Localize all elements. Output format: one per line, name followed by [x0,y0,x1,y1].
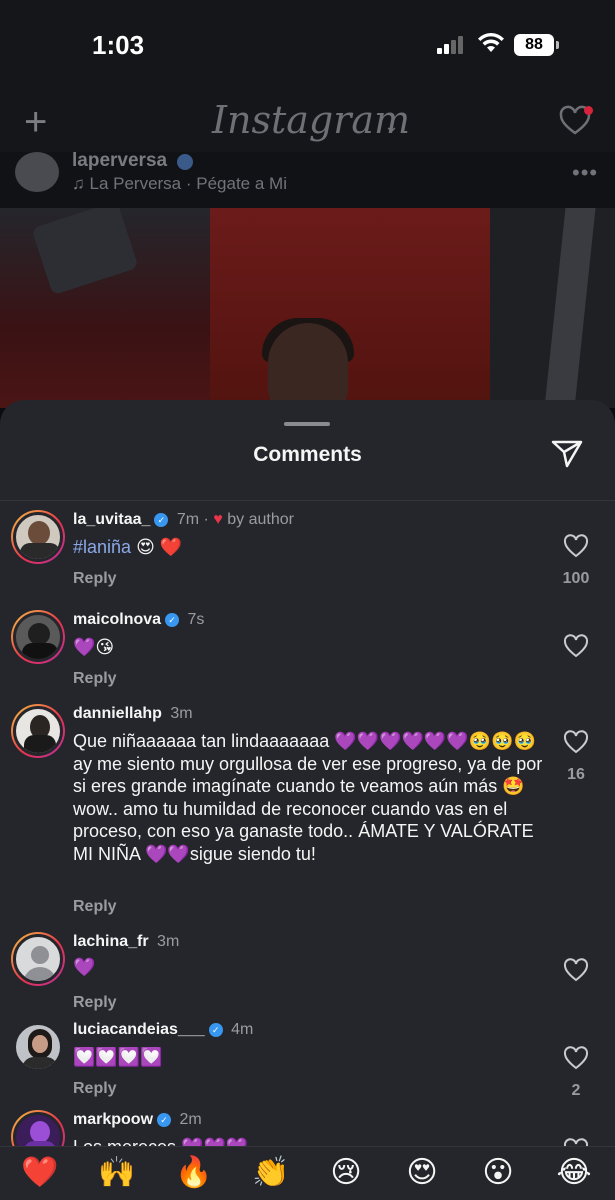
emoji-laughing-button[interactable]: 😂 [552,1155,596,1190]
by-author-badge: ♥ by author [213,511,294,528]
like-heart-icon[interactable] [563,534,589,558]
comment-text: 💜😘 [73,637,115,657]
reply-button[interactable]: Reply [73,898,117,916]
comment-username[interactable]: maicolnova ✓ 7s [73,611,204,629]
post-username[interactable]: laperversa [72,150,167,172]
like-count: 100 [562,570,590,587]
verified-icon [177,154,193,170]
comment-text: Que niñaaaaaa tan lindaaaaaaa 💜💜💜💜💜💜🥹🥹🥹 … [73,731,543,864]
comment-username[interactable]: luciacandeias___ ✓ 4m [73,1021,253,1039]
chevron-down-icon[interactable]: ⌄ [384,116,399,137]
instagram-logo[interactable]: Instagram [212,98,410,142]
username-text: lachina_fr [73,933,149,950]
username-text: danniellahp [73,705,162,722]
sheet-title: Comments [253,443,362,466]
verified-icon: ✓ [208,1023,223,1037]
post-image[interactable] [0,208,615,408]
like-heart-icon[interactable] [563,1046,589,1070]
comment-time: 3m [170,705,193,722]
wifi-icon [478,33,504,52]
post-audio[interactable]: ♫ La Perversa · Pégate a Mi [72,174,287,194]
like-heart-icon[interactable] [563,730,589,754]
comment-text: #laniña 😍 ❤️ [73,536,553,559]
comment-username[interactable]: markpoow ✓ 2m [73,1111,202,1129]
comment-username[interactable]: la_uvitaa_ ✓ 7m · ♥ by author [73,511,294,529]
notification-dot [584,106,593,115]
avatar[interactable] [11,704,65,758]
verified-icon: ✓ [165,613,180,627]
sheet-grabber[interactable] [284,422,330,426]
image-region [210,208,490,408]
divider [0,500,615,501]
create-plus-icon[interactable]: + [24,102,47,142]
avatar[interactable] [11,510,65,564]
emoji-heart-button[interactable]: ❤️ [18,1155,62,1190]
hashtag-link[interactable]: #laniña [73,537,131,557]
like-heart-icon[interactable] [563,634,589,658]
comment-time: 7m · [176,511,209,528]
battery-icon: 88 [514,34,554,56]
more-options-icon[interactable]: ••• [572,160,598,186]
emoji-surprised-button[interactable]: 😮 [476,1155,520,1190]
post-avatar[interactable] [15,152,59,192]
post-song-label: La Perversa · Pégate a Mi [89,174,287,193]
comment-text: 💜 [73,957,96,977]
comment-time: 2m [179,1111,202,1128]
cellular-signal-icon [437,34,469,54]
emoji-clap-button[interactable]: 👏 [249,1155,293,1190]
avatar[interactable] [11,610,65,664]
comment-time: 4m [231,1021,254,1038]
avatar[interactable] [11,1020,65,1074]
status-time: 1:03 [92,30,145,60]
comment-username[interactable]: lachina_fr 3m [73,933,179,951]
battery-tip [556,41,559,49]
username-text: la_uvitaa_ [73,511,151,528]
share-send-icon[interactable] [550,436,584,470]
reply-button[interactable]: Reply [73,670,117,688]
like-heart-icon[interactable] [563,958,589,982]
heart-icon: ♥ [213,511,223,528]
comment-time: 3m [157,933,180,950]
comment-emoji: 😍 ❤️ [131,537,183,557]
verified-icon: ✓ [154,513,169,527]
emoji-reaction-bar: ❤️ 🙌 🔥 👏 😢 😍 😮 😂 [0,1146,615,1200]
comment-text: 💟💟💟💟 [73,1047,163,1067]
like-count: 16 [567,766,585,783]
username-text: markpoow [73,1111,154,1128]
music-note-icon: ♫ [72,174,90,193]
verified-icon: ✓ [157,1113,172,1127]
by-author-label: by author [227,511,294,528]
emoji-raised-hands-button[interactable]: 🙌 [95,1155,139,1190]
username-text: maicolnova [73,611,162,628]
comment-time: 7s [187,611,205,628]
emoji-crying-button[interactable]: 😢 [324,1155,368,1190]
like-count: 2 [571,1082,581,1099]
avatar[interactable] [11,932,65,986]
reply-button[interactable]: Reply [73,994,117,1012]
comments-sheet: Comments la_uvitaa_ ✓ 7m · ♥ by author #l… [0,400,615,1200]
reply-button[interactable]: Reply [73,1080,117,1098]
username-text: luciacandeias___ [73,1021,205,1038]
comment-username[interactable]: danniellahp 3m [73,705,193,723]
emoji-fire-button[interactable]: 🔥 [172,1155,216,1190]
image-region [268,323,348,408]
emoji-heart-eyes-button[interactable]: 😍 [400,1155,444,1190]
reply-button[interactable]: Reply [73,570,117,588]
